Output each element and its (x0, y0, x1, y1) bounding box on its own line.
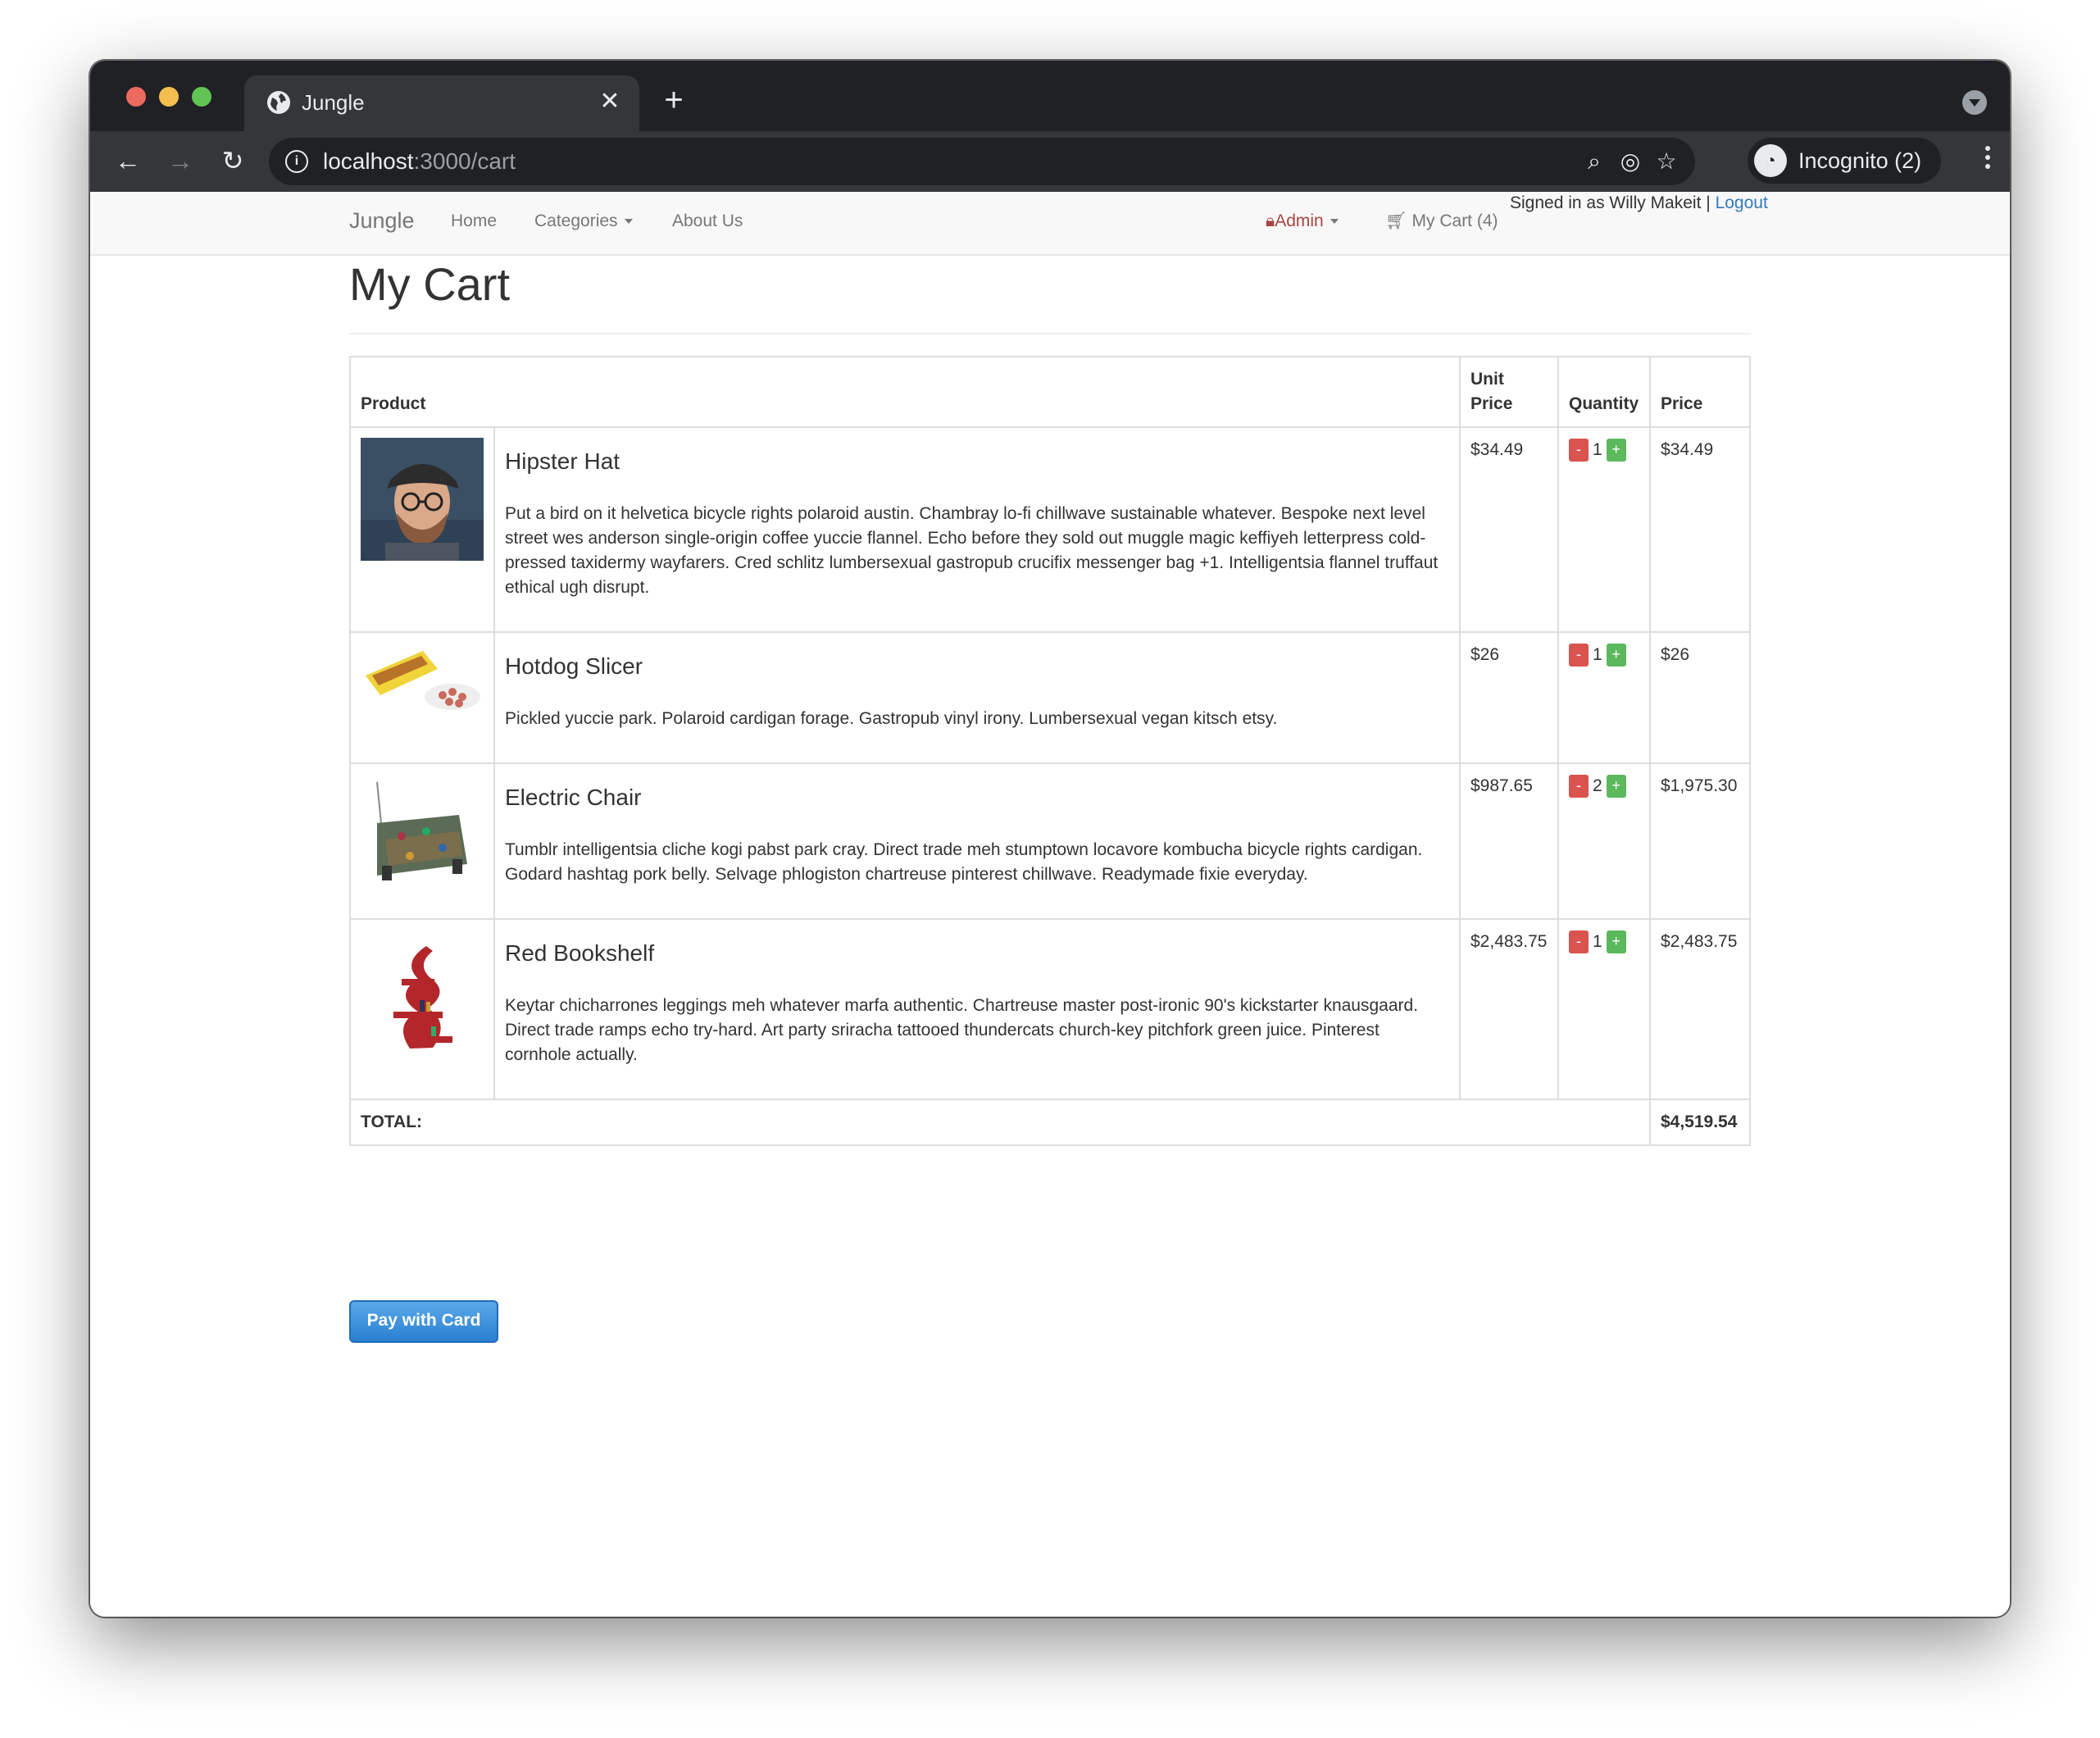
forward-icon[interactable]: → (164, 144, 197, 177)
incognito-icon: ◔ (1754, 144, 1787, 177)
product-info-cell: Electric Chair Tumblr intelligentsia cli… (493, 762, 1461, 920)
table-row: Hotdog Slicer Pickled yuccie park. Polar… (349, 631, 1752, 764)
caret-down-icon (624, 219, 633, 225)
unit-price: $987.65 (1459, 762, 1559, 920)
product-name: Electric Chair (505, 785, 642, 810)
lock-icon: 🔒︎ (1266, 212, 1275, 230)
cart-icon: 🛒︎ (1385, 212, 1407, 230)
quantity-stepper: -1 + (1557, 631, 1651, 764)
product-description: Pickled yuccie park. Polaroid cardigan f… (505, 709, 1278, 728)
quantity-stepper: -2 + (1557, 762, 1651, 920)
product-description: Keytar chicharrones leggings meh whateve… (505, 996, 1419, 1064)
nav-admin[interactable]: 🔒︎Admin (1266, 212, 1339, 231)
total-row: TOTAL: $4,519.54 (349, 1099, 1752, 1146)
total-value: $4,519.54 (1648, 1099, 1752, 1146)
header-quantity: Quantity (1557, 356, 1651, 428)
nav-categories[interactable]: Categories (534, 212, 633, 231)
profile-label: Incognito (2) (1798, 148, 1922, 173)
brand-link[interactable]: Jungle (349, 208, 415, 234)
total-label: TOTAL: (349, 1099, 1651, 1146)
header-product: Product (349, 356, 1461, 428)
decrease-quantity-button[interactable]: - (1568, 439, 1589, 462)
quantity-value: 1 (1592, 645, 1602, 665)
product-image-hotdog-slicer (361, 643, 484, 717)
tab-search-button[interactable] (1962, 90, 1987, 115)
page-viewport: Jungle Home Categories About Us 🔒︎Admin … (90, 192, 2010, 1617)
minimize-window-button[interactable] (159, 87, 179, 107)
line-price: $1,975.30 (1648, 762, 1752, 920)
signed-in-status: Signed in as Willy Makeit | Logout (1510, 193, 1768, 212)
product-image-red-bookshelf (361, 930, 484, 1053)
product-name: Hipster Hat (505, 448, 620, 474)
product-description: Put a bird on it helvetica bicycle right… (505, 504, 1439, 597)
increase-quantity-button[interactable]: + (1606, 930, 1626, 954)
decrease-quantity-button[interactable]: - (1568, 644, 1589, 667)
decrease-quantity-button[interactable]: - (1568, 930, 1589, 954)
increase-quantity-button[interactable]: + (1606, 644, 1626, 667)
eye-off-icon[interactable]: ◎ (1616, 148, 1644, 175)
nav-home[interactable]: Home (451, 212, 497, 231)
plus-icon[interactable]: + (657, 84, 690, 118)
table-row: Red Bookshelf Keytar chicharrones leggin… (349, 918, 1752, 1100)
product-image-cell (349, 426, 495, 633)
browser-window: Jungle ✕ + ← → ↻ i localhost:3000/cart ⌕… (90, 61, 2010, 1617)
table-header-row: Product Unit Price Quantity Price (349, 356, 1752, 428)
quantity-stepper: -1 + (1557, 918, 1651, 1100)
title-divider (349, 333, 1751, 334)
kebab-icon[interactable] (1984, 146, 1992, 179)
url-text: localhost:3000/cart (323, 148, 516, 174)
decrease-quantity-button[interactable]: - (1568, 775, 1589, 798)
quantity-value: 1 (1592, 932, 1602, 952)
zoom-icon[interactable]: ⌕ (1580, 148, 1608, 175)
product-image-hipster-hat (361, 438, 484, 561)
header-price: Price (1648, 356, 1752, 428)
unit-price: $26 (1459, 631, 1559, 764)
table-row: Hipster Hat Put a bird on it helvetica b… (349, 426, 1752, 633)
unit-price: $34.49 (1459, 426, 1559, 633)
info-icon[interactable]: i (285, 150, 308, 173)
logout-link[interactable]: Logout (1716, 193, 1768, 212)
product-image-electric-chair (361, 774, 484, 897)
caret-down-icon (1330, 219, 1339, 225)
back-icon[interactable]: ← (111, 144, 144, 177)
line-price: $26 (1648, 631, 1752, 764)
incognito-profile-button[interactable]: ◔ Incognito (2) (1748, 138, 1941, 184)
star-icon[interactable]: ☆ (1652, 148, 1680, 175)
line-price: $2,483.75 (1648, 918, 1752, 1100)
quantity-value: 2 (1592, 776, 1602, 796)
line-price: $34.49 (1648, 426, 1752, 633)
close-icon[interactable]: ✕ (595, 87, 625, 116)
product-image-cell (349, 631, 495, 764)
header-unit-price: Unit Price (1459, 356, 1559, 428)
browser-toolbar: ← → ↻ i localhost:3000/cart ⌕ ◎ ☆ ◔ Inco… (90, 131, 2010, 192)
browser-tab[interactable]: Jungle ✕ (244, 75, 639, 131)
globe-icon (267, 91, 290, 114)
nav-about[interactable]: About Us (672, 212, 743, 231)
product-info-cell: Hipster Hat Put a bird on it helvetica b… (493, 426, 1461, 633)
product-image-cell (349, 762, 495, 920)
table-row: Electric Chair Tumblr intelligentsia cli… (349, 762, 1752, 920)
tab-strip: Jungle ✕ + (90, 61, 2010, 131)
close-window-button[interactable] (126, 87, 146, 107)
product-info-cell: Red Bookshelf Keytar chicharrones leggin… (493, 918, 1461, 1100)
site-navbar: Jungle Home Categories About Us 🔒︎Admin … (90, 192, 2010, 256)
increase-quantity-button[interactable]: + (1606, 775, 1626, 798)
nav-cart[interactable]: 🛒︎ My Cart (4) (1385, 212, 1498, 231)
product-name: Red Bookshelf (505, 940, 655, 966)
address-bar[interactable]: i localhost:3000/cart ⌕ ◎ ☆ (269, 138, 1695, 185)
cart-table: Product Unit Price Quantity Price Hipste… (349, 356, 1752, 1146)
pay-with-card-button[interactable]: Pay with Card (349, 1300, 498, 1343)
product-image-cell (349, 918, 495, 1100)
unit-price: $2,483.75 (1459, 918, 1559, 1100)
increase-quantity-button[interactable]: + (1606, 439, 1626, 462)
product-info-cell: Hotdog Slicer Pickled yuccie park. Polar… (493, 631, 1461, 764)
reload-icon[interactable]: ↻ (216, 144, 249, 177)
product-description: Tumblr intelligentsia cliche kogi pabst … (505, 840, 1423, 884)
product-name: Hotdog Slicer (505, 653, 643, 679)
page-title: My Cart (349, 258, 510, 310)
quantity-stepper: -1 + (1557, 426, 1651, 633)
quantity-value: 1 (1592, 440, 1602, 460)
maximize-window-button[interactable] (192, 87, 211, 107)
tab-title: Jungle (302, 90, 365, 115)
